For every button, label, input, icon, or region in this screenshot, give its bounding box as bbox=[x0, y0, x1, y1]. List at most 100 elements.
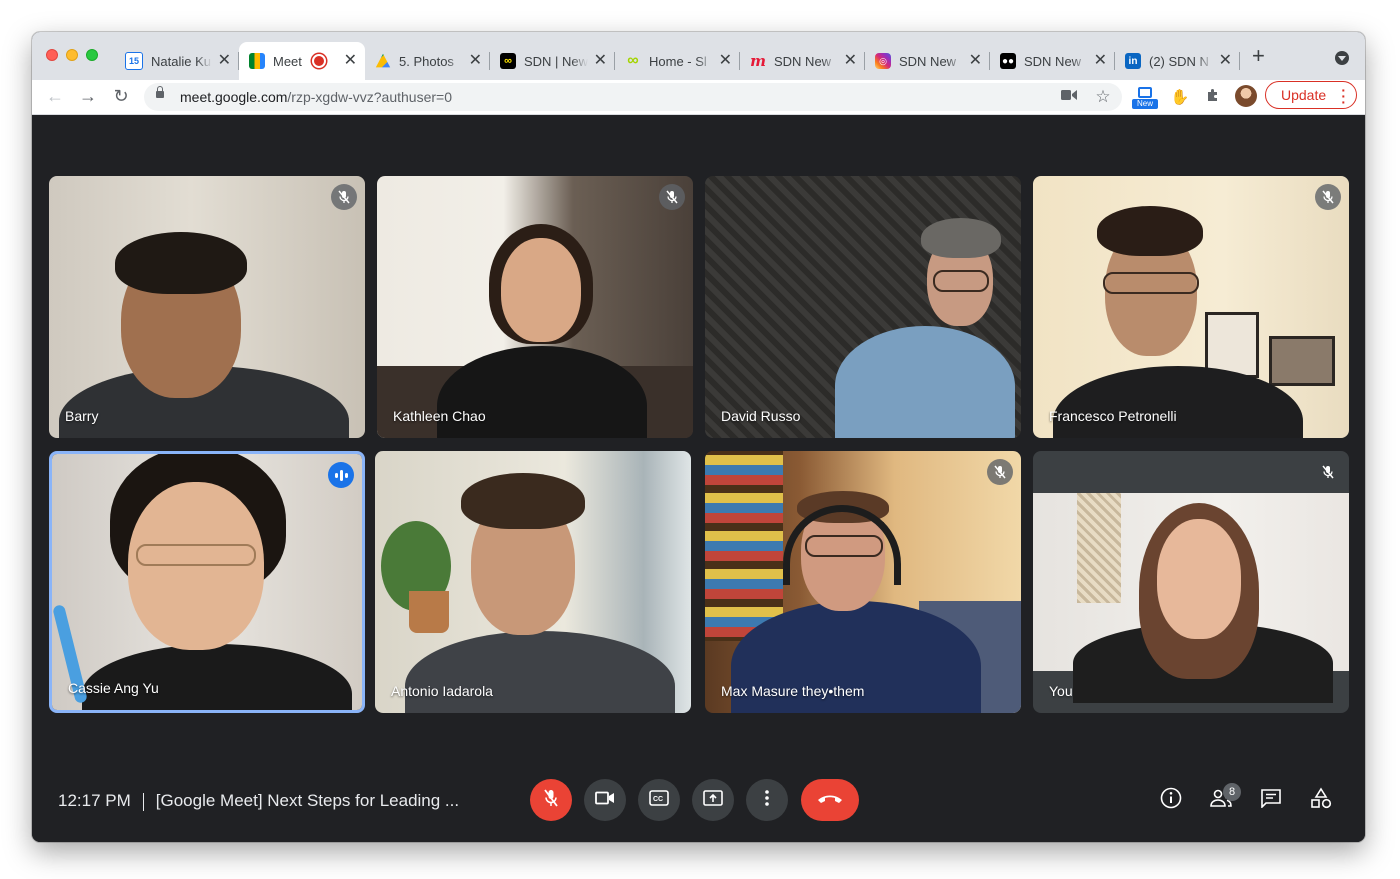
video-feed bbox=[49, 176, 365, 438]
tab-photos[interactable]: 5. Photos ✕ bbox=[365, 42, 490, 80]
tab-search-icon[interactable] bbox=[1335, 51, 1349, 65]
meetup-icon: m bbox=[750, 52, 766, 70]
close-window-button[interactable] bbox=[46, 49, 58, 61]
lock-icon[interactable] bbox=[156, 86, 164, 98]
forward-icon[interactable]: → bbox=[77, 85, 99, 107]
meeting-controls-bar: 12:17 PM [Google Meet] Next Steps for Lea… bbox=[32, 755, 1365, 842]
video-feed bbox=[705, 176, 1021, 438]
speaking-indicator-icon bbox=[328, 462, 354, 488]
participant-tile-antonio[interactable]: Antonio Iadarola bbox=[375, 451, 691, 713]
profile-avatar[interactable] bbox=[1235, 85, 1257, 107]
participant-name: Barry bbox=[65, 408, 99, 424]
participant-tile-david[interactable]: David Russo bbox=[705, 176, 1021, 438]
close-tab-icon[interactable]: ✕ bbox=[594, 53, 607, 69]
tab-title: 5. Photos bbox=[399, 53, 454, 69]
zoom-window-button[interactable] bbox=[86, 49, 98, 61]
video-feed bbox=[1033, 176, 1349, 438]
more-vert-icon bbox=[765, 789, 769, 811]
close-tab-icon[interactable]: ✕ bbox=[344, 53, 357, 69]
meeting-title[interactable]: [Google Meet] Next Steps for Leading ... bbox=[156, 791, 459, 810]
chat-icon bbox=[1260, 788, 1282, 813]
medium-icon: ●● bbox=[1000, 53, 1016, 69]
video-feed bbox=[375, 451, 691, 713]
tab-linkedin[interactable]: in (2) SDN N ✕ bbox=[1115, 42, 1240, 80]
hand-raise-icon[interactable]: ✋ bbox=[1169, 87, 1191, 109]
chat-button[interactable] bbox=[1259, 788, 1283, 812]
reload-icon[interactable]: ↻ bbox=[110, 85, 132, 107]
call-end-icon bbox=[817, 791, 843, 809]
infinity-icon: ∞ bbox=[627, 52, 639, 69]
linkedin-icon: in bbox=[1125, 53, 1141, 69]
tab-title: Home - Sl bbox=[649, 53, 707, 69]
camera-icon[interactable] bbox=[1060, 88, 1078, 106]
tab-medium[interactable]: ●● SDN New ✕ bbox=[990, 42, 1115, 80]
browser-window: 15 Natalie Ku ✕ Meet ✕ 5. Photos ✕ ∞ SDN… bbox=[32, 32, 1365, 842]
tab-meetup[interactable]: m SDN New ✕ bbox=[740, 42, 865, 80]
back-icon[interactable]: ← bbox=[44, 85, 66, 107]
close-tab-icon[interactable]: ✕ bbox=[719, 53, 732, 69]
bookmark-star-icon[interactable]: ☆ bbox=[1094, 88, 1112, 106]
close-tab-icon[interactable]: ✕ bbox=[218, 53, 231, 69]
sdn-icon: ∞ bbox=[500, 53, 516, 69]
participant-name: Max Masure they•them bbox=[721, 683, 865, 699]
participant-name: Francesco Petronelli bbox=[1049, 408, 1177, 424]
meeting-time: 12:17 PM bbox=[58, 791, 131, 810]
svg-text:CC: CC bbox=[653, 796, 663, 803]
close-tab-icon[interactable]: ✕ bbox=[969, 53, 982, 69]
closed-captions-icon: CC bbox=[649, 789, 669, 811]
present-screen-button[interactable] bbox=[692, 779, 734, 821]
mic-off-icon bbox=[543, 788, 559, 812]
participant-tile-max[interactable]: Max Masure they•them bbox=[705, 451, 1021, 713]
extensions-icon[interactable] bbox=[1202, 87, 1224, 109]
address-bar[interactable]: meet.google.com/rzp-xgdw-vvz?authuser=0 … bbox=[144, 83, 1122, 111]
video-feed bbox=[705, 451, 1021, 713]
video-feed bbox=[52, 454, 362, 710]
video-feed bbox=[1033, 493, 1349, 703]
minimize-window-button[interactable] bbox=[66, 49, 78, 61]
meet-icon bbox=[249, 53, 265, 69]
close-tab-icon[interactable]: ✕ bbox=[1219, 53, 1232, 69]
new-tab-button[interactable]: + bbox=[1252, 45, 1265, 67]
more-vert-icon: · · · bbox=[1341, 82, 1346, 110]
tab-title: SDN New bbox=[1024, 53, 1082, 69]
leave-call-button[interactable] bbox=[801, 779, 859, 821]
activities-button[interactable] bbox=[1309, 786, 1333, 812]
tab-title: (2) SDN N bbox=[1149, 53, 1209, 69]
update-button[interactable]: Update · · · bbox=[1265, 81, 1357, 109]
new-extension-icon[interactable]: New bbox=[1132, 87, 1158, 109]
close-tab-icon[interactable]: ✕ bbox=[1094, 53, 1107, 69]
info-icon bbox=[1160, 787, 1182, 814]
url-text[interactable]: meet.google.com/rzp-xgdw-vvz?authuser=0 bbox=[180, 89, 452, 105]
tab-strip: 15 Natalie Ku ✕ Meet ✕ 5. Photos ✕ ∞ SDN… bbox=[32, 32, 1365, 80]
participant-name: Kathleen Chao bbox=[393, 408, 486, 424]
participant-name: Antonio Iadarola bbox=[391, 683, 493, 699]
participant-tile-kathleen[interactable]: Kathleen Chao bbox=[377, 176, 693, 438]
meeting-details-button[interactable] bbox=[1159, 787, 1183, 814]
close-tab-icon[interactable]: ✕ bbox=[844, 53, 857, 69]
camera-toggle-button[interactable] bbox=[584, 779, 626, 821]
mic-off-icon bbox=[1315, 459, 1341, 485]
tab-sdn[interactable]: ∞ SDN | New ✕ bbox=[490, 42, 615, 80]
tab-title: Meet bbox=[273, 53, 302, 69]
participant-tile-francesco[interactable]: Francesco Petronelli bbox=[1033, 176, 1349, 438]
tab-meet[interactable]: Meet ✕ bbox=[239, 42, 365, 80]
participant-tile-cassie[interactable]: Cassie Ang Yu bbox=[49, 451, 365, 713]
more-options-button[interactable] bbox=[746, 779, 788, 821]
participant-name: Cassie Ang Yu bbox=[68, 680, 159, 696]
mic-off-icon bbox=[331, 184, 357, 210]
participant-tile-you[interactable]: You bbox=[1033, 451, 1349, 713]
tab-title: SDN | New bbox=[524, 53, 588, 69]
captions-button[interactable]: CC bbox=[638, 779, 680, 821]
tab-home[interactable]: ∞ Home - Sl ✕ bbox=[615, 42, 740, 80]
microphone-toggle-button[interactable] bbox=[530, 779, 572, 821]
mic-off-icon bbox=[1315, 184, 1341, 210]
tab-instagram[interactable]: ◎ SDN New ✕ bbox=[865, 42, 990, 80]
tab-calendar[interactable]: 15 Natalie Ku ✕ bbox=[115, 42, 239, 80]
participant-tile-barry[interactable]: Barry bbox=[49, 176, 365, 438]
instagram-icon: ◎ bbox=[875, 53, 891, 69]
browser-toolbar: ← → ↻ meet.google.com/rzp-xgdw-vvz?authu… bbox=[32, 80, 1365, 115]
close-tab-icon[interactable]: ✕ bbox=[469, 53, 482, 69]
tab-title: Natalie Ku bbox=[151, 53, 211, 69]
calendar-icon: 15 bbox=[125, 52, 143, 70]
mic-off-icon bbox=[659, 184, 685, 210]
